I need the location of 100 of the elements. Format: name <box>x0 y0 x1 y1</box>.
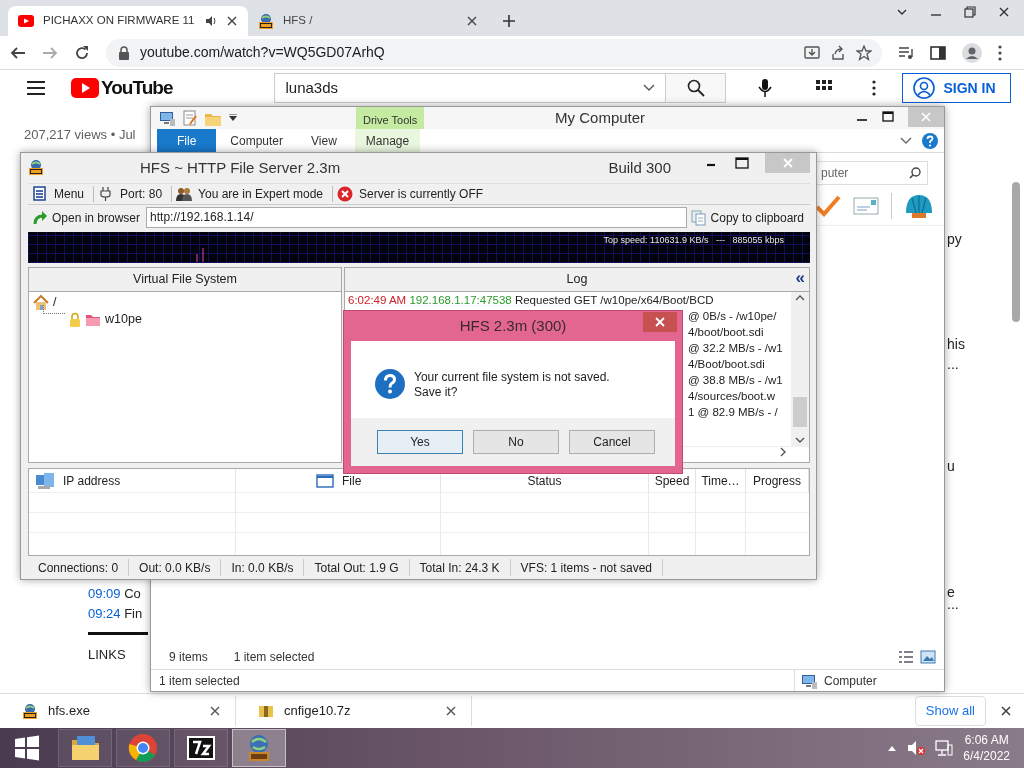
close-icon[interactable] <box>1000 705 1012 717</box>
url-field[interactable]: http://192.168.1.14/ <box>146 207 687 228</box>
browser-tab[interactable]: PICHAXX ON FIRMWARE 11 <box>8 6 248 36</box>
tree-item[interactable]: / <box>53 293 57 312</box>
star-icon[interactable] <box>856 44 872 61</box>
maximize-icon[interactable] <box>735 157 749 169</box>
toolbar-button[interactable]: Port: 80 <box>94 186 173 202</box>
ribbon-tab[interactable]: File <box>157 129 217 152</box>
share-icon[interactable] <box>830 44 846 61</box>
avatar-icon[interactable] <box>962 42 982 63</box>
close-icon[interactable] <box>466 15 478 27</box>
column-header[interactable]: Progress <box>746 469 809 493</box>
column-header[interactable]: Time… <box>696 469 746 493</box>
chevron-down-icon[interactable] <box>900 136 912 145</box>
logo[interactable]: YouTube <box>71 73 173 103</box>
search-field[interactable]: puter <box>814 161 928 185</box>
show-all-button[interactable]: Show all <box>914 696 986 726</box>
log-line: @ 38.8 MB/s - /w1 <box>688 373 783 388</box>
shell-icon[interactable] <box>904 193 934 219</box>
users-icon <box>176 186 193 202</box>
download-item[interactable]: cnfige10.7z <box>236 696 472 726</box>
scrollbar-thumb[interactable] <box>793 397 807 427</box>
selection-status: 1 item selected <box>233 649 315 666</box>
more-icon[interactable] <box>998 44 1002 61</box>
caret-down-icon[interactable] <box>228 114 238 122</box>
install-icon[interactable] <box>804 44 820 61</box>
section-heading: LINKS <box>88 646 127 664</box>
close-icon[interactable] <box>445 705 457 717</box>
mic-icon[interactable] <box>758 78 773 98</box>
collapse-button[interactable]: « <box>795 268 805 288</box>
check-icon[interactable] <box>815 194 841 218</box>
clock-date: 6/4/2022 <box>963 748 1010 764</box>
status-text: VFS: 1 items - not saved <box>510 559 663 576</box>
log-line: @ 32.2 MB/s - /w1 <box>688 341 783 356</box>
maximize-icon[interactable] <box>882 111 894 123</box>
scroll-right-icon[interactable] <box>780 447 787 457</box>
ribbon-tab[interactable]: View <box>297 129 351 152</box>
help-icon[interactable] <box>922 132 938 149</box>
sign-in-button[interactable]: SIGN IN <box>902 73 1012 103</box>
start-icon[interactable] <box>12 733 42 763</box>
dialog-button[interactable]: Cancel <box>569 430 655 454</box>
ribbon-tab[interactable]: Manage <box>354 129 421 152</box>
address-bar[interactable]: youtube.com/watch?v=WQ5GD07ArhQ <box>106 38 882 67</box>
timestamp-link[interactable]: 09:24 <box>88 606 121 621</box>
status-text: 1 item selected <box>159 672 240 690</box>
menu-icon[interactable] <box>27 81 45 95</box>
zone-label: Computer <box>824 672 877 690</box>
log-line: 4/Boot/boot.sdi <box>688 357 765 372</box>
computer-icon[interactable] <box>159 110 176 126</box>
close-button[interactable] <box>643 312 677 332</box>
panel-header: Virtual File System <box>132 271 238 289</box>
archive-icon <box>258 703 274 719</box>
chevron-down-icon[interactable] <box>643 84 656 92</box>
window-title: My Computer <box>554 107 647 128</box>
search-button[interactable] <box>666 73 727 103</box>
connections-list[interactable]: IP address File Status Speed Time… Progress <box>28 468 810 556</box>
scroll-down-icon[interactable] <box>795 437 805 444</box>
close-icon <box>654 316 666 328</box>
download-item[interactable]: hfs.exe <box>0 696 236 726</box>
timestamp-link[interactable]: 09:09 <box>88 586 121 601</box>
open-browser-button[interactable]: Open in browser <box>28 206 147 229</box>
ribbon-tab[interactable]: Computer <box>216 129 298 152</box>
user-circle-icon <box>913 77 936 99</box>
reload-icon[interactable] <box>74 44 90 61</box>
muted-speaker-icon[interactable] <box>907 740 926 756</box>
close-icon[interactable] <box>226 15 238 27</box>
log-line: @ 0B/s - /w10pe/ <box>688 309 777 324</box>
chapter-title: Co <box>124 586 141 601</box>
close-icon[interactable] <box>998 6 1010 18</box>
properties-icon[interactable] <box>182 110 198 126</box>
playlist-icon[interactable] <box>898 44 914 61</box>
restore-icon[interactable] <box>964 6 976 18</box>
details-view-icon[interactable] <box>898 650 914 664</box>
more-icon[interactable] <box>872 80 877 96</box>
plus-icon[interactable] <box>502 14 516 28</box>
scrollbar-thumb[interactable] <box>1012 182 1020 322</box>
toolbar-button[interactable]: Menu <box>28 186 95 202</box>
back-icon[interactable] <box>10 44 26 61</box>
browser-tab[interactable]: HFS / <box>248 6 488 36</box>
taskbar-button[interactable] <box>174 729 228 767</box>
column-header[interactable]: IP address <box>29 469 236 493</box>
network-icon[interactable] <box>935 740 954 756</box>
close-icon[interactable] <box>209 705 221 717</box>
toolbar-button[interactable]: Server is currently OFF <box>333 186 493 202</box>
clock-time: 6:06 AM <box>963 732 1010 748</box>
caret-up-icon[interactable] <box>887 744 898 752</box>
status-text: Total Out: 1.9 G <box>304 559 410 576</box>
status-text: In: 0.0 KB/s <box>221 559 305 576</box>
window-icon <box>316 472 334 489</box>
error-icon <box>337 186 354 202</box>
side-panel-icon[interactable] <box>930 44 946 61</box>
menu-icon <box>32 186 48 202</box>
dialog-button[interactable]: No <box>473 430 559 454</box>
tree-item[interactable]: w10pe <box>105 310 142 329</box>
dialog-button[interactable]: Yes <box>377 430 463 454</box>
large-icons-view-icon[interactable] <box>920 650 936 664</box>
search-field[interactable]: luna3ds <box>274 73 667 103</box>
scroll-up-icon[interactable] <box>795 294 805 301</box>
toolbar-button[interactable]: You are in Expert mode <box>172 186 334 202</box>
copy-button[interactable]: Copy to clipboard <box>686 206 810 229</box>
